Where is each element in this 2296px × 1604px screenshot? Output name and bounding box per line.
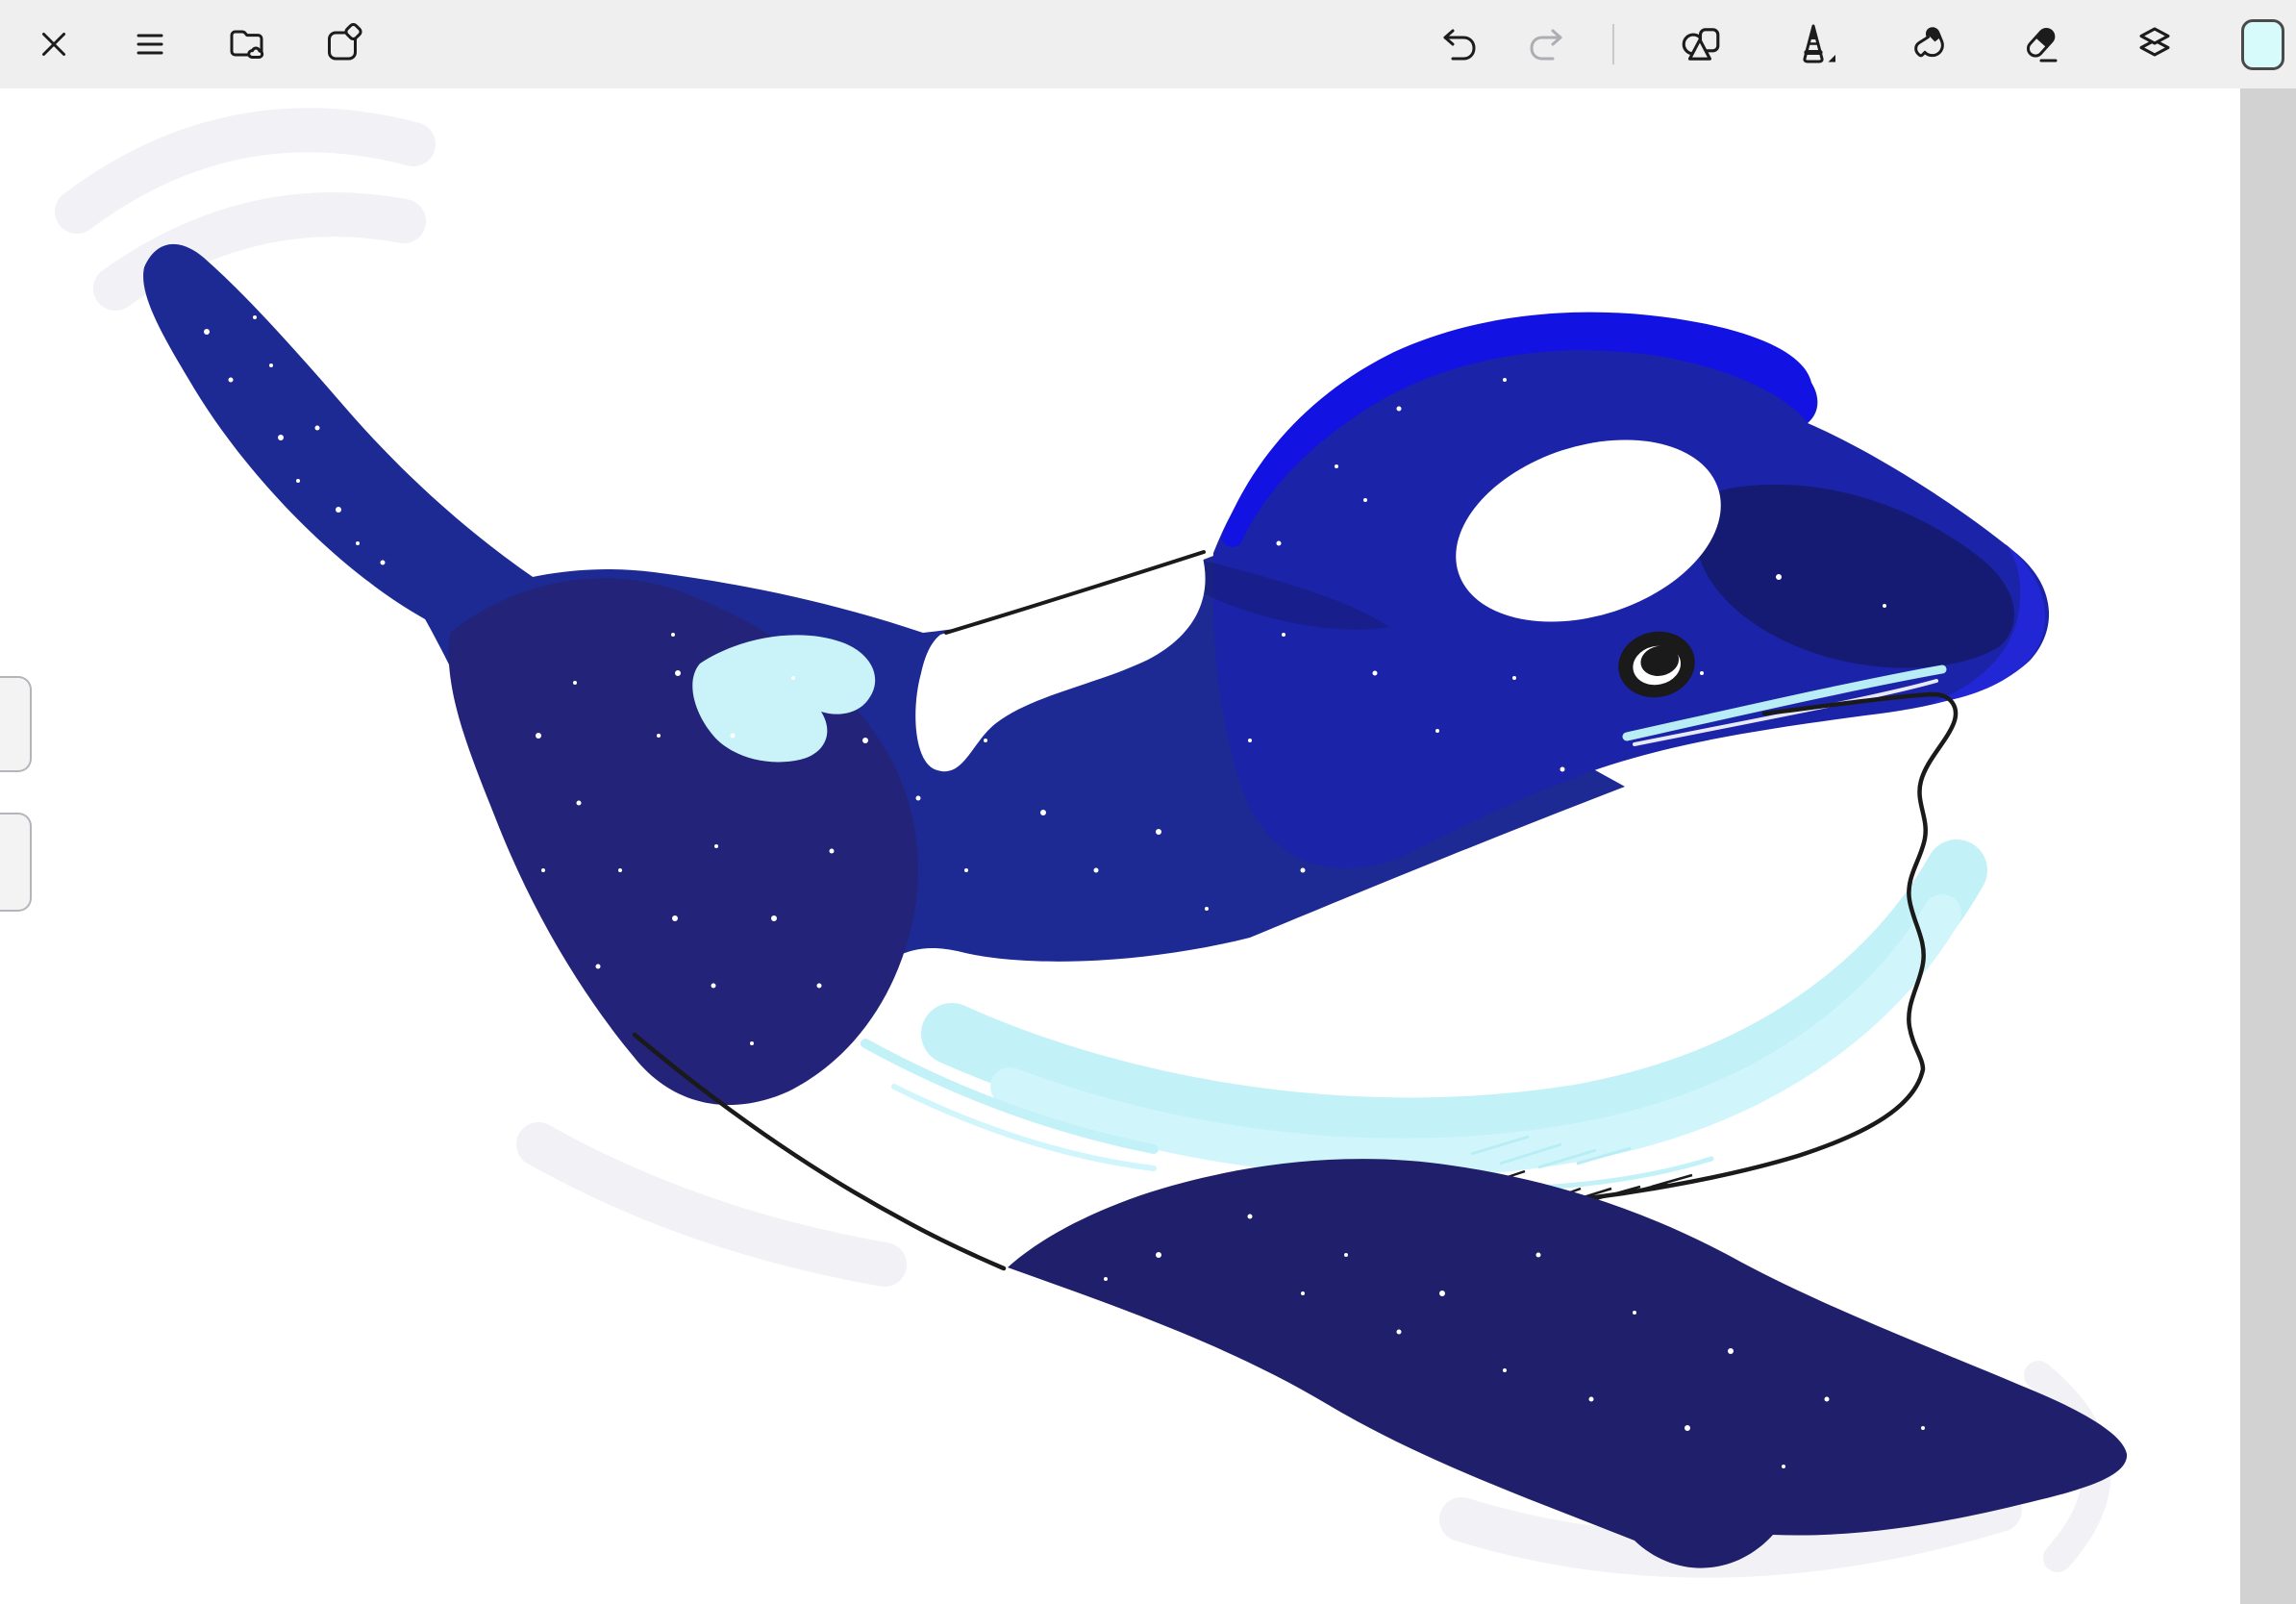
import-button[interactable] (315, 17, 369, 71)
smudge-tool-button[interactable] (1901, 17, 1955, 71)
toolbar-right-group (1432, 17, 2284, 71)
color-swatch[interactable] (2241, 19, 2284, 70)
menu-button[interactable] (123, 17, 177, 71)
shapes-tool-button[interactable] (1674, 17, 1728, 71)
undo-icon (1437, 23, 1480, 65)
eraser-tool-button[interactable] (2014, 17, 2068, 71)
airbrush-cone-icon (1792, 22, 1836, 66)
close-button[interactable] (27, 17, 81, 71)
flyout-indicator (1829, 55, 1836, 63)
gallery-button[interactable] (219, 17, 273, 71)
layers-tool-button[interactable] (2128, 17, 2182, 71)
undo-button[interactable] (1432, 17, 1485, 71)
redo-button[interactable] (1520, 17, 1574, 71)
right-scrollbar[interactable] (2240, 88, 2296, 1604)
left-edge-handle-bottom[interactable] (0, 813, 32, 912)
orca-lower-fin (1008, 1159, 2127, 1567)
orca-drawing (0, 88, 2240, 1604)
drawing-canvas[interactable] (0, 88, 2240, 1604)
folder-cloud-icon (225, 23, 267, 65)
eraser-icon (2020, 23, 2062, 65)
finger-smudge-icon (1907, 23, 1949, 65)
close-icon (33, 23, 75, 65)
airbrush-tool-button[interactable] (1787, 17, 1841, 71)
toolbar (0, 0, 2296, 88)
toolbar-divider (1612, 24, 1614, 64)
menu-icon (129, 23, 171, 65)
left-edge-handle-top[interactable] (0, 676, 32, 772)
toolbar-left-group (27, 17, 369, 71)
redo-icon (1526, 23, 1568, 65)
import-shape-icon (321, 23, 363, 65)
layers-icon (2134, 23, 2176, 65)
shapes-icon (1679, 22, 1723, 66)
